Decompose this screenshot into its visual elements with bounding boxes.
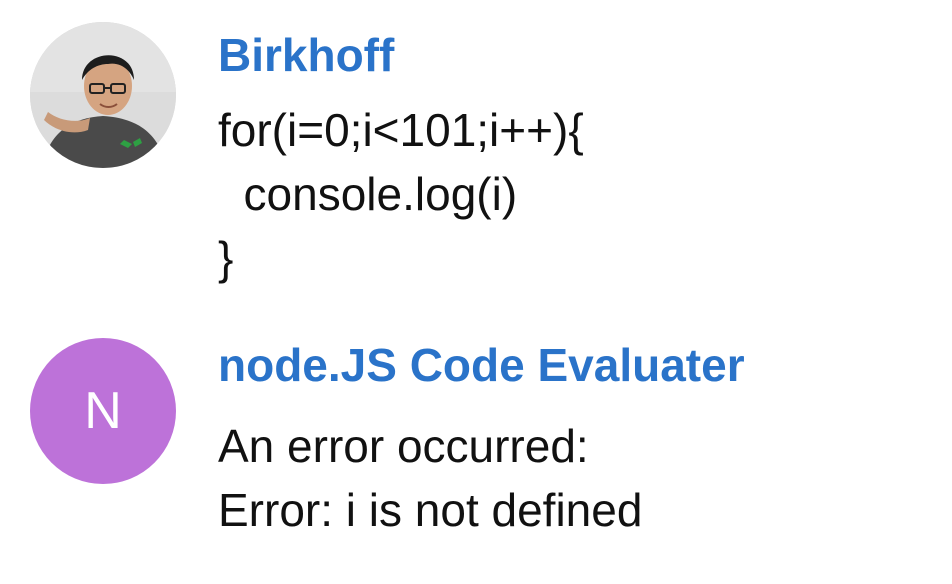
- avatar[interactable]: [30, 22, 176, 168]
- message-text: An error occurred: Error: i is not defin…: [218, 420, 643, 536]
- message-birkhoff: Birkhoff for(i=0;i<101;i++){ console.log…: [0, 0, 952, 310]
- message-node-js-code-evaluater: N node.JS Code Evaluater An error occurr…: [0, 310, 952, 584]
- avatar-initial: N: [84, 382, 122, 440]
- user-photo-icon: [30, 22, 176, 168]
- sender-name[interactable]: node.JS Code Evaluater: [218, 338, 745, 392]
- message-text: for(i=0;i<101;i++){ console.log(i) }: [218, 104, 584, 284]
- sender-name[interactable]: Birkhoff: [218, 28, 394, 82]
- avatar[interactable]: N: [30, 338, 176, 484]
